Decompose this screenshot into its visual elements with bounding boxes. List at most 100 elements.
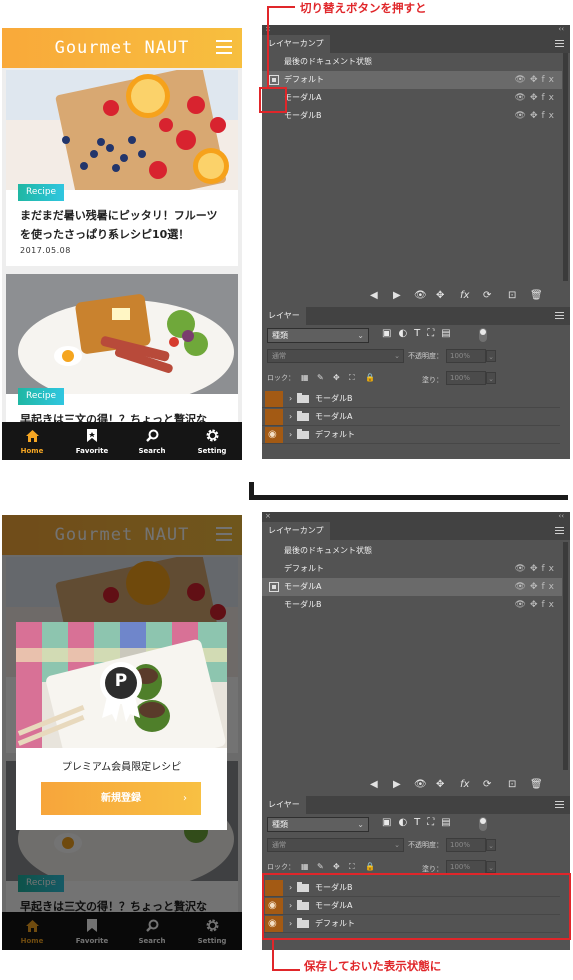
layer-name: デフォルト [315, 430, 355, 439]
lock-all-icon[interactable]: 🔒 [365, 862, 375, 871]
layer-row[interactable]: › モーダルA [262, 408, 560, 426]
previous-icon[interactable]: ◀ [370, 779, 378, 790]
visibility-eye-icon[interactable] [265, 409, 283, 425]
visibility-eye-icon[interactable] [265, 426, 283, 444]
collapse-icon[interactable]: ‹‹ [558, 25, 564, 33]
premium-modal: P プレミアム会員限定レシピ 新規登録 › [16, 622, 227, 830]
tab-layers[interactable]: レイヤー [262, 307, 306, 325]
tab-label: Setting [197, 447, 227, 455]
tab-label: Home [20, 447, 44, 455]
register-button[interactable]: 新規登録 › [41, 782, 201, 815]
filter-icons[interactable]: ▣◐T⛶▤ [382, 817, 458, 828]
chevron-right-icon[interactable]: › [289, 390, 292, 408]
panel-menu-icon[interactable] [555, 312, 564, 321]
filter-toggle[interactable] [479, 328, 487, 342]
new-comp-icon[interactable]: ⊡ [508, 779, 516, 790]
recipe-card[interactable]: Recipe 早起きは三文の得！？ちょっと贅沢な [6, 274, 238, 422]
trash-icon[interactable]: 🗑 [530, 290, 543, 301]
filter-kind-label: 種類 [272, 820, 288, 829]
lock-position-icon[interactable]: ✥ [333, 373, 340, 382]
chevron-right-icon[interactable]: › [289, 426, 292, 444]
style-update-icon[interactable]: fx [460, 779, 469, 790]
layer-row[interactable]: › デフォルト [262, 426, 560, 444]
step-arrow [249, 495, 568, 500]
blend-mode-select[interactable]: 通常 ⌄ [267, 349, 404, 363]
comp-row[interactable]: デフォルト 👁✥fx [262, 560, 562, 578]
tag-badge[interactable]: Recipe [18, 184, 65, 201]
opacity-field[interactable]: 100% ⌄ [446, 349, 496, 363]
scrollbar[interactable] [563, 542, 568, 770]
previous-icon[interactable]: ◀ [370, 290, 378, 301]
panel-strip: × ‹‹ [262, 25, 570, 35]
layer-filter-kind[interactable]: 種類 ⌄ [267, 328, 369, 343]
comp-row[interactable]: モーダルA 👁✥fx [262, 578, 562, 596]
tab-home[interactable]: Home [2, 422, 62, 460]
blend-mode-select[interactable]: 通常 ⌄ [267, 838, 404, 852]
filter-toggle[interactable] [479, 817, 487, 831]
visibility-update-icon[interactable]: 👁 [414, 779, 427, 790]
visibility-update-icon[interactable]: 👁 [414, 290, 427, 301]
app-header: Gourmet NAUT [2, 28, 242, 68]
chevron-right-icon[interactable]: › [289, 408, 292, 426]
tab-layer-comps[interactable]: レイヤーカンプ [262, 35, 330, 53]
lock-paint-icon[interactable]: ✎ [317, 862, 324, 871]
layer-filter-kind[interactable]: 種類 ⌄ [267, 817, 369, 832]
position-update-icon[interactable]: ✥ [436, 779, 444, 790]
chevron-down-icon: ⌄ [486, 861, 496, 873]
callout-line [272, 969, 300, 971]
lock-pixels-icon[interactable]: ▦ [301, 862, 309, 871]
comp-row[interactable]: モーダルB 👁✥fx [262, 107, 562, 125]
panel-menu-icon[interactable] [555, 40, 564, 49]
recipe-card[interactable]: Recipe まだまだ暑い残暑にピッタリ！フルーツを使ったさっぱり系レシピ10選… [6, 70, 238, 266]
comp-row-last-state[interactable]: 最後のドキュメント状態 [262, 542, 562, 560]
comp-row-last-state[interactable]: 最後のドキュメント状態 [262, 53, 562, 71]
fill-field[interactable]: 100% ⌄ [446, 860, 496, 874]
refresh-icon[interactable]: ⟳ [483, 779, 491, 790]
comp-row[interactable]: モーダルB 👁✥fx [262, 596, 562, 614]
collapse-icon[interactable]: ‹‹ [558, 512, 564, 520]
opacity-field[interactable]: 100% ⌄ [446, 838, 496, 852]
panel-menu-icon[interactable] [555, 801, 564, 810]
next-icon[interactable]: ▶ [393, 779, 401, 790]
card-title[interactable]: 早起きは三文の得！？ちょっと贅沢な [20, 410, 228, 422]
modal-caption: プレミアム会員限定レシピ [61, 762, 182, 773]
tab-setting[interactable]: Setting [182, 422, 242, 460]
card-title[interactable]: まだまだ暑い残暑にピッタリ！フルーツを使ったさっぱり系レシピ10選！ [20, 206, 228, 244]
trash-icon[interactable]: 🗑 [530, 779, 543, 790]
register-button-label: 新規登録 [101, 793, 141, 804]
fill-field[interactable]: 100% ⌄ [446, 371, 496, 385]
close-icon[interactable]: × [265, 512, 271, 520]
layer-row[interactable]: › モーダルB [262, 390, 560, 408]
panel-menu-icon[interactable] [555, 527, 564, 536]
lock-artboard-icon[interactable]: ⛶ [349, 373, 355, 383]
hamburger-menu-icon[interactable] [216, 40, 232, 54]
recipe-feed[interactable]: Recipe まだまだ暑い残暑にピッタリ！フルーツを使ったさっぱり系レシピ10選… [2, 68, 242, 422]
callout-line [267, 6, 295, 8]
comp-row[interactable]: モーダルA 👁✥fx [262, 89, 562, 107]
new-comp-icon[interactable]: ⊡ [508, 290, 516, 301]
folder-icon [297, 411, 309, 421]
tab-label: Favorite [75, 447, 109, 455]
comp-row[interactable]: デフォルト 👁✥fx [262, 71, 562, 89]
tag-badge[interactable]: Recipe [18, 388, 65, 405]
tab-layers[interactable]: レイヤー [262, 796, 306, 814]
next-icon[interactable]: ▶ [393, 290, 401, 301]
lock-artboard-icon[interactable]: ⛶ [349, 862, 355, 872]
style-update-icon[interactable]: fx [460, 290, 469, 301]
lock-paint-icon[interactable]: ✎ [317, 373, 324, 382]
visibility-eye-icon[interactable] [265, 391, 283, 407]
lock-all-icon[interactable]: 🔒 [365, 373, 375, 382]
scrollbar[interactable] [563, 53, 568, 281]
tab-search[interactable]: Search [122, 422, 182, 460]
lock-position-icon[interactable]: ✥ [333, 862, 340, 871]
apply-comp-icon[interactable] [269, 582, 279, 592]
tab-favorite[interactable]: Favorite [62, 422, 122, 460]
apply-comp-icon[interactable] [269, 75, 279, 85]
tab-layer-comps[interactable]: レイヤーカンプ [262, 522, 330, 540]
comps-tab-header: レイヤーカンプ [262, 522, 570, 540]
filter-icons[interactable]: ▣◐T⛶▤ [382, 328, 458, 339]
lock-pixels-icon[interactable]: ▦ [301, 373, 309, 382]
layers-tab-header: レイヤー [262, 796, 570, 814]
position-update-icon[interactable]: ✥ [436, 290, 444, 301]
refresh-icon[interactable]: ⟳ [483, 290, 491, 301]
